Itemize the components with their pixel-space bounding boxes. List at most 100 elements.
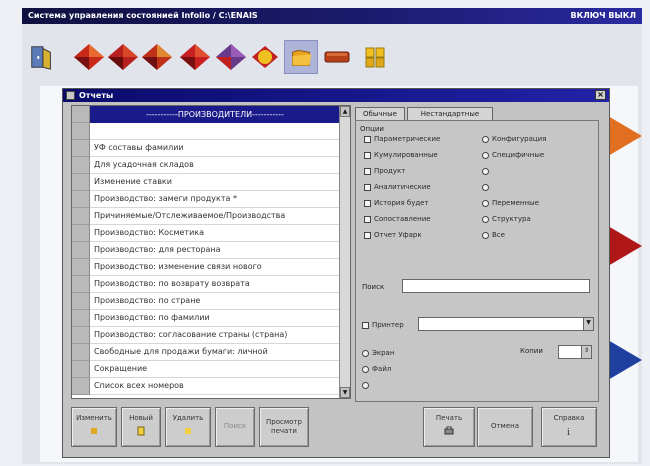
rhombus-red-icon[interactable] [178,40,212,74]
option-checkbox[interactable]: Аналитические [364,183,431,191]
reports-dialog: Отчеты × -----------ПРОИЗВОДИТЕЛИ-------… [62,88,610,458]
row-header-cell [72,259,90,276]
list-item[interactable]: Изменение ставки [72,174,340,191]
svg-text:i: i [567,428,570,436]
list-item[interactable]: Список всех номеров [72,378,340,395]
app-title: Система управления состоянией Infolio / … [28,11,258,20]
tab-regular[interactable]: Обычные [355,107,405,121]
dialog-close-button[interactable]: × [595,90,606,100]
change-button[interactable]: Изменить [71,407,117,447]
option-checkbox[interactable]: Параметрические [364,135,440,143]
list-item[interactable]: Производство: изменение связи нового [72,259,340,276]
row-header-cell [72,225,90,242]
rhombus-red-icon[interactable] [72,40,106,74]
list-item[interactable]: Производство: согласование страны (стран… [72,327,340,344]
printer-combo[interactable]: ▼ [418,317,594,331]
printer-icon [444,426,454,435]
option-radio[interactable]: Конфигурация [482,135,546,143]
info-icon: i [567,428,570,436]
list-item[interactable]: Производство: замеги продукта * [72,191,340,208]
option-radio[interactable]: Специфичные [482,151,544,159]
row-header-cell [72,208,90,225]
main-toolbar [22,34,642,82]
search-label: Поиск [362,283,385,291]
list-item[interactable]: Производство: по фамилии [72,310,340,327]
cancel-button[interactable]: Отмена [477,407,533,447]
list-item[interactable]: -----------ПРОИЗВОДИТЕЛИ----------- [72,106,340,123]
red-shape-icon [608,226,642,266]
print-preview-button[interactable]: Просмотр печати [259,407,309,447]
app-title-right: ВКЛЮЧ ВЫКЛ [570,11,637,20]
sun-icon[interactable] [248,40,282,74]
option-checkbox[interactable]: Продукт [364,167,405,175]
option-radio[interactable]: Структура [482,215,531,223]
row-header-cell [72,310,90,327]
list-item[interactable]: Сокращение [72,361,340,378]
pencil-icon [91,428,97,434]
list-item[interactable]: Производство: по стране [72,293,340,310]
dialog-title-bar: Отчеты × [63,89,609,102]
exit-door-icon[interactable] [28,40,56,74]
new-button[interactable]: Новый [121,407,161,447]
print-button[interactable]: Печать [423,407,475,447]
option-radio[interactable] [482,183,492,191]
blue-shape-icon [608,340,642,380]
list-item[interactable]: Свободные для продажи бумаги: личной [72,344,340,361]
row-header-cell [72,123,90,140]
search-field[interactable] [402,279,590,293]
tab-nonstandard[interactable]: Нестандартные [407,107,493,121]
copies-stepper[interactable]: ⇕ [558,345,592,359]
new-document-icon [137,426,145,436]
list-item[interactable]: УФ составы фамилии [72,140,340,157]
options-group-label: Опции [360,125,384,133]
row-header-cell [72,361,90,378]
output-radio-file[interactable]: Файл [362,365,391,373]
option-checkbox[interactable]: Сопоставление [364,215,431,223]
search-button[interactable]: Поиск [215,407,255,447]
rhombus-red-icon[interactable] [140,40,174,74]
row-header-cell [72,276,90,293]
list-item[interactable]: Производство: по возврату возврата [72,276,340,293]
option-radio[interactable]: Переменные [482,199,539,207]
row-header-cell [72,140,90,157]
delete-icon [185,428,191,434]
row-header-cell [72,157,90,174]
list-item[interactable] [72,123,340,140]
chevron-down-icon[interactable]: ▼ [583,318,593,330]
scroll-down-icon[interactable]: ▼ [340,387,350,398]
options-panel: Опции Параметрические Кумулированные Про… [355,120,599,402]
help-button[interactable]: Справка i [541,407,597,447]
folder-icon[interactable] [284,40,318,74]
row-header-cell [72,327,90,344]
output-radio-screen[interactable]: Экран [362,349,394,357]
scroll-up-icon[interactable]: ▲ [340,106,350,117]
output-radio-other[interactable] [362,381,372,389]
list-item[interactable]: Производство: для ресторана [72,242,340,259]
rhombus-purple-icon[interactable] [214,40,248,74]
printer-checkbox[interactable]: Принтер [362,321,404,329]
list-item[interactable]: Для усадочная складов [72,157,340,174]
row-header-cell [72,344,90,361]
stepper-arrows-icon[interactable]: ⇕ [581,346,591,358]
rhombus-red-icon[interactable] [106,40,140,74]
option-checkbox[interactable]: Кумулированные [364,151,438,159]
list-item[interactable]: Причиняемые/Отслеживаемое/Производства [72,208,340,225]
option-checkbox[interactable]: История будет [364,199,429,207]
dialog-window-icon [66,91,75,100]
delete-button[interactable]: Удалить [165,407,211,447]
brick-icon[interactable] [320,40,354,74]
option-checkbox[interactable]: Отчет Уфарк [364,231,422,239]
app-title-bar: Система управления состоянией Infolio / … [22,8,642,24]
list-scrollbar[interactable]: ▲ ▼ [339,106,350,398]
option-radio[interactable] [482,167,492,175]
copies-label: Копии [520,347,543,355]
row-header-cell [72,174,90,191]
orange-shape-icon [608,116,642,156]
report-list[interactable]: -----------ПРОИЗВОДИТЕЛИ----------- УФ с… [71,105,351,399]
row-header-cell [72,191,90,208]
row-header-cell [72,378,90,395]
option-radio[interactable]: Все [482,231,505,239]
row-header-cell [72,293,90,310]
list-item[interactable]: Производство: Косметика [72,225,340,242]
yellow-blocks-icon[interactable] [358,40,392,74]
